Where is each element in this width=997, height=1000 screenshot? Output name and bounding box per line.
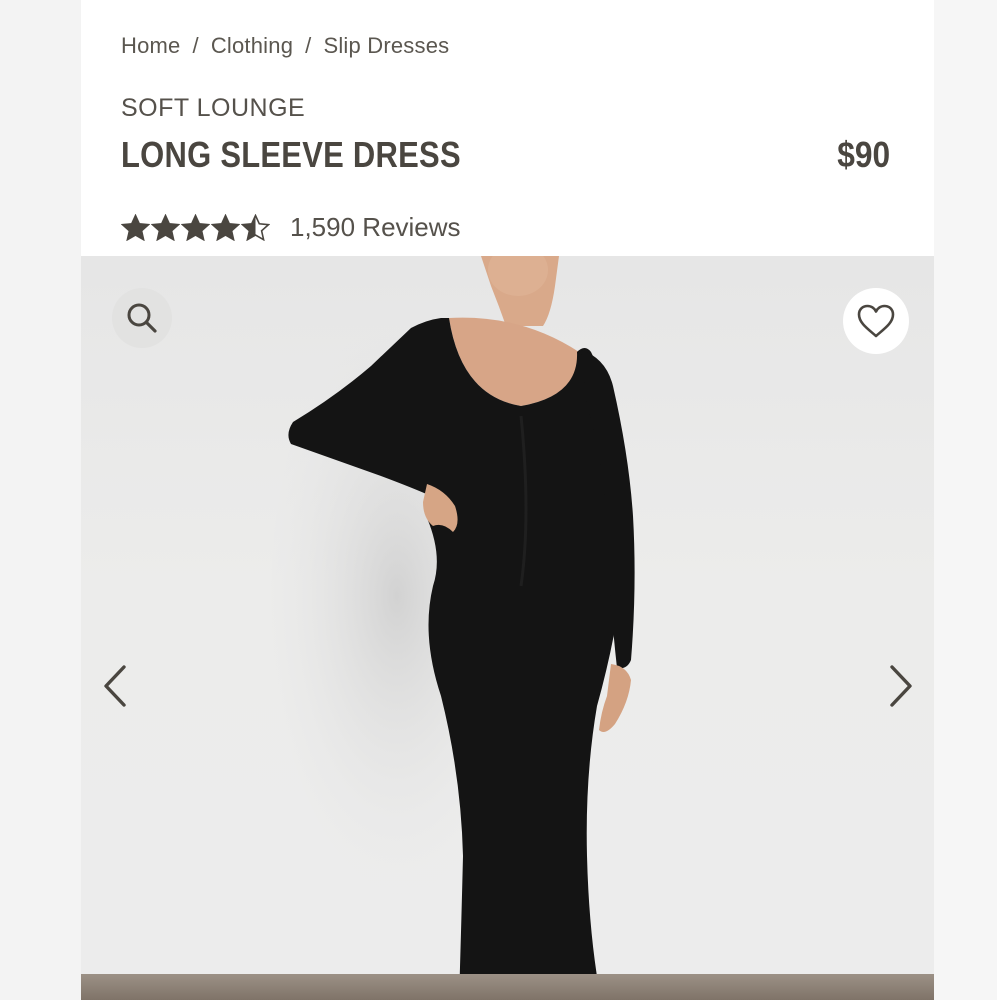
breadcrumb-home[interactable]: Home: [121, 33, 181, 59]
floor-strip: [81, 974, 934, 1000]
star-full-icon: [181, 214, 210, 241]
star-rating: [121, 214, 270, 241]
next-image-button[interactable]: [879, 656, 923, 716]
zoom-button[interactable]: [112, 288, 172, 348]
product-photo-model: [271, 256, 635, 1000]
breadcrumb: Home / Clothing / Slip Dresses: [121, 33, 449, 59]
heart-icon: [857, 304, 895, 338]
wishlist-button[interactable]: [843, 288, 909, 354]
left-margin: [0, 0, 81, 1000]
star-half-icon: [241, 214, 270, 241]
right-margin: [934, 0, 997, 1000]
product-price: $90: [837, 134, 890, 175]
product-brand: SOFT LOUNGE: [121, 94, 306, 122]
star-full-icon: [211, 214, 240, 241]
product-header: Home / Clothing / Slip Dresses SOFT LOUN…: [81, 0, 934, 256]
star-full-icon: [151, 214, 180, 241]
breadcrumb-slip-dresses[interactable]: Slip Dresses: [323, 33, 449, 59]
search-icon: [127, 303, 157, 333]
breadcrumb-separator: /: [305, 33, 312, 58]
previous-image-button[interactable]: [93, 656, 137, 716]
star-full-icon: [121, 214, 150, 241]
chevron-right-icon: [890, 665, 912, 707]
rating-summary[interactable]: 1,590 Reviews: [121, 212, 461, 243]
breadcrumb-clothing[interactable]: Clothing: [211, 33, 293, 59]
chevron-left-icon: [104, 665, 126, 707]
product-image-gallery[interactable]: [81, 256, 934, 1000]
reviews-link[interactable]: 1,590 Reviews: [290, 212, 461, 243]
breadcrumb-separator: /: [192, 33, 199, 58]
product-title: LONG SLEEVE DRESS: [121, 134, 461, 175]
